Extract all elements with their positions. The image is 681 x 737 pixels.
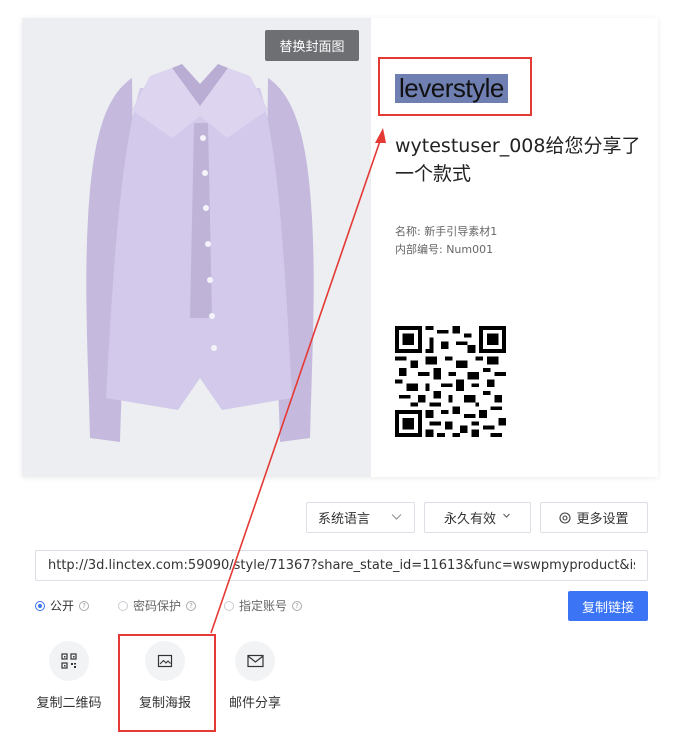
radio-public[interactable]: 公开 ?	[35, 597, 90, 614]
chevron-down-icon	[502, 511, 511, 520]
email-share-action[interactable]: 邮件分享	[210, 641, 300, 711]
share-heading: wytestuser_008给您分享了一个款式	[395, 135, 641, 185]
copy-qr-code-label: 复制二维码	[36, 696, 102, 711]
radio-public-label: 公开	[50, 599, 75, 613]
radio-specified-account-label: 指定账号	[239, 599, 288, 613]
radio-dot	[118, 600, 128, 611]
radio-dot	[35, 600, 45, 611]
radio-dot	[224, 600, 234, 611]
copy-poster-button[interactable]	[145, 641, 185, 681]
qr-code-image	[395, 326, 506, 437]
language-select-value: 系统语言	[318, 512, 371, 527]
email-share-button[interactable]	[235, 641, 275, 681]
poster-cover-image: 替换封面图	[22, 18, 371, 477]
radio-specified-account[interactable]: 指定账号 ?	[224, 597, 303, 614]
validity-select[interactable]: 永久有效	[424, 502, 531, 533]
help-icon: ?	[292, 600, 303, 611]
poster-info-panel: leverstyle wytestuser_008给您分享了一个款式 名称: 新…	[371, 18, 658, 477]
email-share-label: 邮件分享	[228, 696, 281, 711]
validity-select-value: 永久有效	[443, 512, 496, 527]
copy-qr-code-action[interactable]: 复制二维码	[24, 641, 114, 711]
chevron-down-icon	[391, 511, 402, 522]
qr-code-icon	[61, 653, 77, 669]
brand-logo: leverstyle	[395, 74, 508, 103]
copy-poster-action[interactable]: 复制海报	[120, 641, 210, 711]
garment-shirt-image	[86, 64, 314, 442]
settings-icon	[559, 511, 572, 524]
copy-link-button[interactable]: 复制链接	[568, 591, 648, 621]
copy-qr-code-button[interactable]	[49, 641, 89, 681]
share-poster-card: 替换封面图 leverstyle wytestuser_008给您分享了一个款式…	[22, 18, 658, 477]
radio-password[interactable]: 密码保护 ?	[118, 597, 197, 614]
mail-icon	[246, 654, 264, 668]
style-internal-code: 内部编号: Num001	[395, 243, 494, 256]
share-link-input[interactable]	[35, 550, 648, 581]
copy-poster-label: 复制海报	[138, 696, 191, 711]
more-settings-button[interactable]: 更多设置	[540, 502, 648, 533]
image-icon	[157, 654, 173, 668]
language-select[interactable]: 系统语言	[306, 502, 415, 533]
replace-cover-button[interactable]: 替换封面图	[265, 30, 359, 61]
more-settings-label: 更多设置	[576, 512, 629, 527]
help-icon: ?	[186, 600, 197, 611]
radio-password-label: 密码保护	[133, 599, 182, 613]
help-icon: ?	[79, 600, 90, 611]
style-name: 名称: 新手引导素材1	[395, 225, 498, 238]
